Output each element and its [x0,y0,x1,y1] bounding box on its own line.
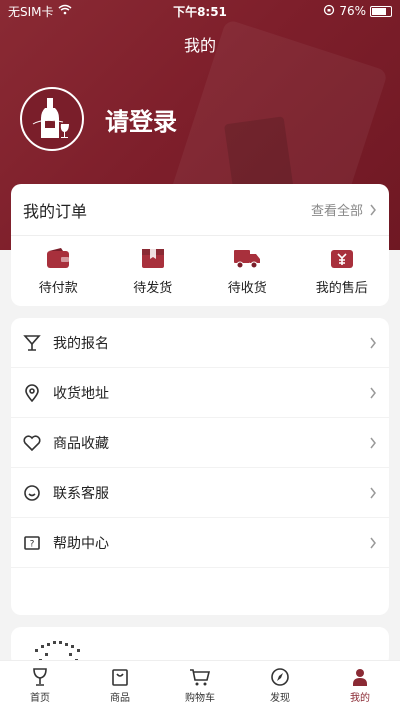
heart-icon [23,434,41,451]
view-all-orders-link[interactable]: 查看全部 [311,200,377,219]
tab-label: 发现 [270,693,290,704]
chevron-right-icon [370,537,376,548]
user-icon [353,669,367,686]
menu-item-label: 我的报名 [53,335,109,352]
chevron-right-icon [370,387,376,398]
tab-label: 我的 [350,693,370,704]
orders-card: 我的订单 查看全部 待付款 待发货 待收货 我的售后 [11,184,389,306]
battery-icon [370,5,392,17]
tab-label: 首页 [30,693,50,704]
tab-home[interactable]: 首页 [0,661,80,710]
wine-glass-icon [33,668,47,686]
wine-bottle-logo-icon [32,98,69,138]
svg-text:?: ? [30,539,35,549]
box-icon [141,248,164,268]
chevron-right-icon [370,204,376,215]
tab-me[interactable]: 我的 [320,661,400,710]
order-pending-shipment[interactable]: 待发货 [106,236,201,306]
truck-icon [234,249,261,268]
tab-bar: 首页 商品 购物车 发现 我的 [0,660,400,710]
order-label: 待收货 [227,280,267,296]
menu-item-label: 联系客服 [53,485,109,502]
order-label: 待付款 [38,280,78,296]
order-label: 待发货 [133,280,173,296]
menu-item-favorites[interactable]: 商品收藏 [11,418,389,468]
order-label: 我的售后 [315,280,368,296]
menu-item-label: 商品收藏 [53,435,109,452]
view-all-label: 查看全部 [310,204,363,219]
status-time: 下午8:51 [173,4,227,19]
menu-item-addresses[interactable]: 收货地址 [11,368,389,418]
cocktail-glass-icon [23,334,41,351]
page-title: 我的 [183,36,216,55]
order-pending-payment[interactable]: 待付款 [11,236,106,306]
chevron-right-icon [370,487,376,498]
order-after-sales[interactable]: 我的售后 [295,236,390,306]
menu-item-help-center[interactable]: ? 帮助中心 [11,518,389,568]
tab-label: 购物车 [185,693,215,704]
compass-icon [271,668,289,686]
orders-header: 我的订单 查看全部 [11,184,389,236]
menu-card: 我的报名 收货地址 商品收藏 联系客服 ? 帮助中心 [11,318,389,615]
customer-service-icon [24,484,40,501]
tab-label: 商品 [110,693,130,704]
shopping-bag-icon [112,669,128,686]
order-pending-receipt[interactable]: 待收货 [200,236,295,306]
yen-icon [330,249,353,268]
location-pin-icon [25,383,39,402]
menu-item-registrations[interactable]: 我的报名 [11,318,389,368]
chevron-right-icon [370,337,376,348]
wallet-icon [47,247,70,268]
status-bar: 无SIM卡 下午8:51 76% [0,0,400,22]
help-book-icon: ? [24,535,40,550]
menu-item-label: 收货地址 [53,385,109,402]
avatar[interactable] [20,87,84,151]
orders-title: 我的订单 [23,201,88,221]
menu-item-customer-service[interactable]: 联系客服 [11,468,389,518]
tab-cart[interactable]: 购物车 [160,661,240,710]
cart-icon [190,669,211,686]
menu-item-label: 帮助中心 [53,535,109,552]
login-prompt[interactable]: 请登录 [105,102,177,137]
tab-discover[interactable]: 发现 [240,661,320,710]
tab-products[interactable]: 商品 [80,661,160,710]
chevron-right-icon [370,437,376,448]
